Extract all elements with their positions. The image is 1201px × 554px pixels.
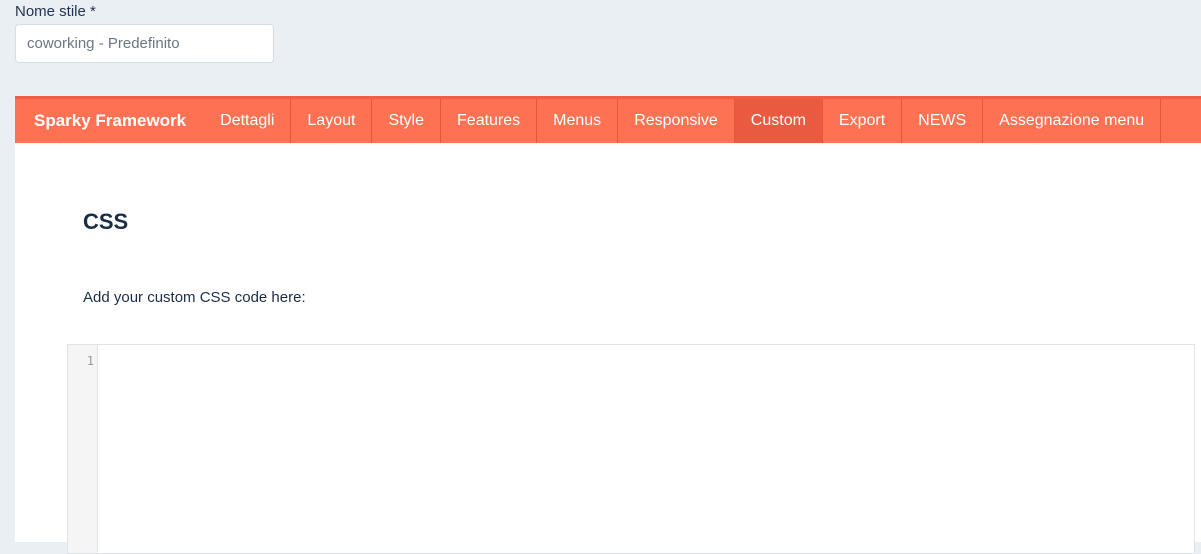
tab-bar: Sparky Framework Dettagli Layout Style F…: [15, 99, 1201, 143]
tab-layout[interactable]: Layout: [291, 99, 373, 143]
style-name-input[interactable]: [15, 24, 274, 63]
tab-style[interactable]: Style: [372, 99, 442, 143]
tab-menus[interactable]: Menus: [537, 99, 619, 143]
code-input-area[interactable]: [98, 345, 1194, 553]
tab-export[interactable]: Export: [823, 99, 903, 143]
tab-responsive[interactable]: Responsive: [618, 99, 735, 143]
tab-features[interactable]: Features: [441, 99, 538, 143]
css-code-editor[interactable]: 1: [67, 344, 1195, 554]
template-panel: Sparky Framework Dettagli Layout Style F…: [15, 96, 1201, 554]
brand-title: Sparky Framework: [34, 111, 187, 130]
css-section-title: CSS: [83, 209, 129, 234]
style-name-label: Nome stile *: [15, 3, 96, 20]
line-number: 1: [86, 354, 94, 368]
tab-news[interactable]: NEWS: [902, 99, 984, 143]
css-section-description: Add your custom CSS code here:: [83, 289, 306, 306]
tab-custom[interactable]: Custom: [734, 99, 823, 143]
tab-dettagli[interactable]: Dettagli: [204, 99, 292, 143]
tab-assegnazione-menu[interactable]: Assegnazione menu: [983, 99, 1162, 143]
line-number-gutter: 1: [68, 345, 98, 553]
